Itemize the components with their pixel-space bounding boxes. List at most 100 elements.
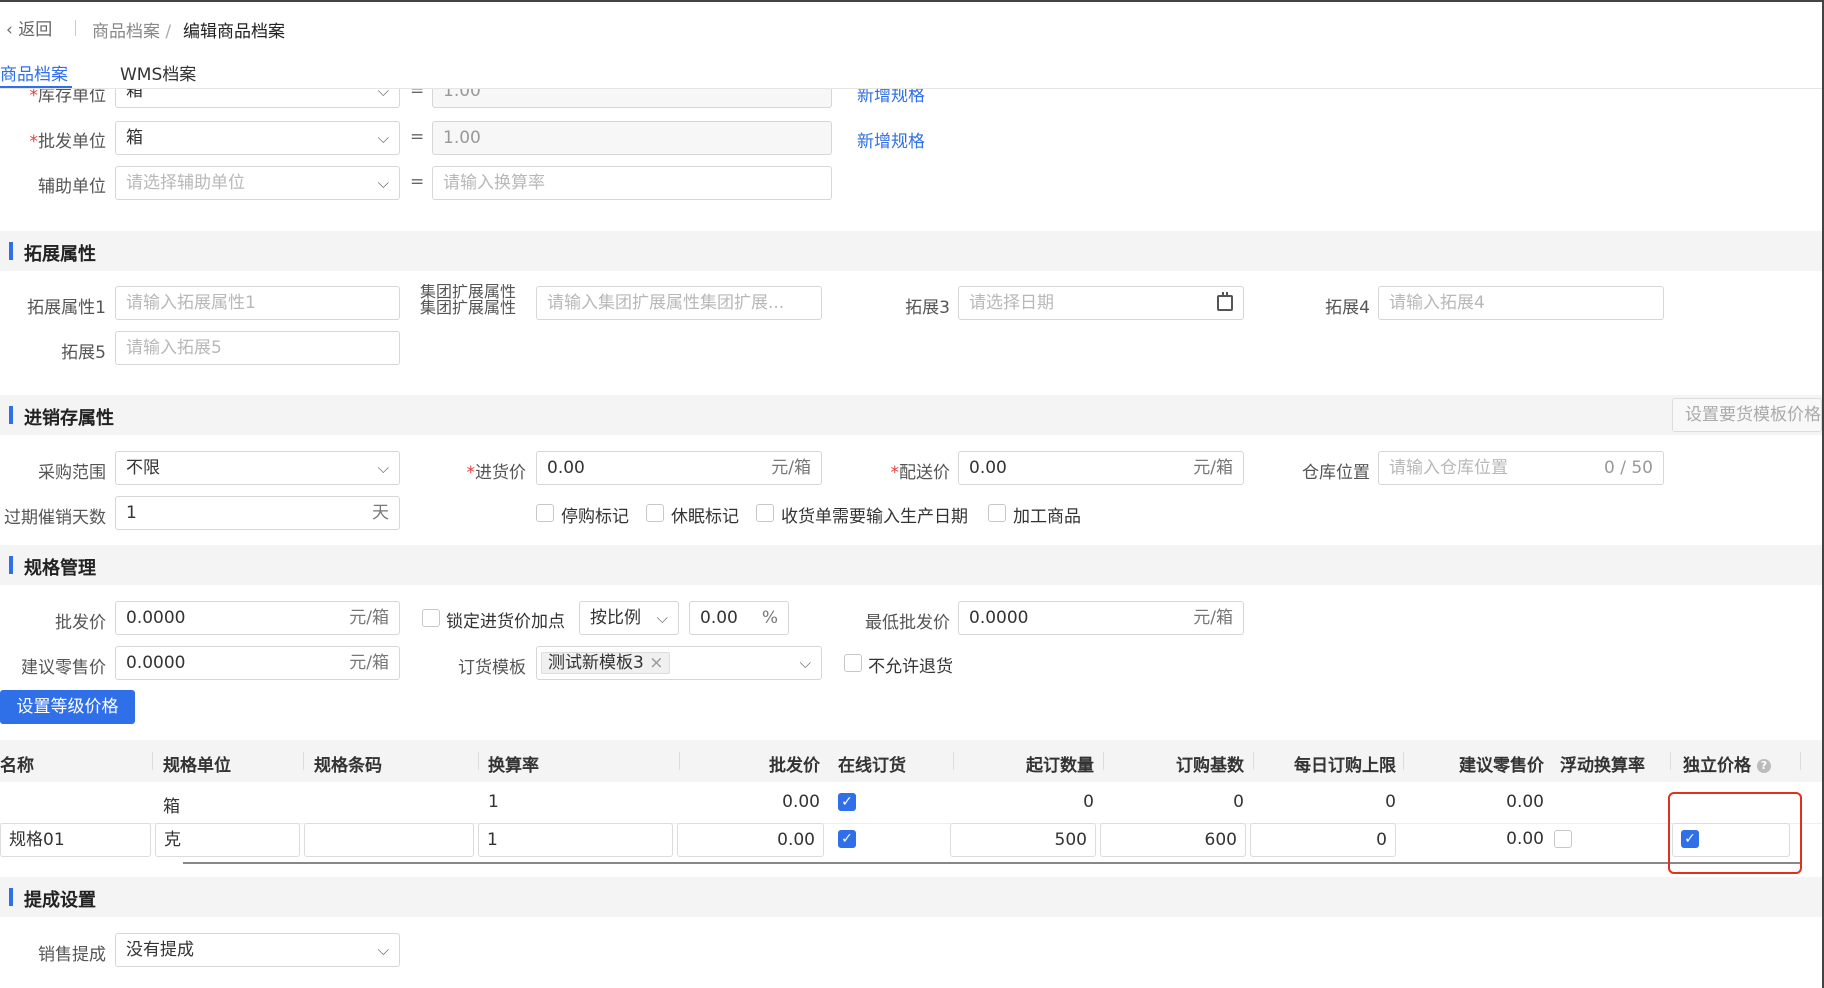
- add-spec-link[interactable]: 新增规格: [857, 89, 925, 106]
- retail-price-input[interactable]: 0.0000 元/箱: [115, 646, 400, 680]
- row2-name-input[interactable]: 规格01: [0, 823, 151, 857]
- markup-mode-value: 按比例: [590, 608, 641, 628]
- ext3-date-picker[interactable]: 请选择日期: [958, 286, 1244, 320]
- close-icon[interactable]: ×: [649, 653, 663, 673]
- col-barcode: 规格条码: [314, 756, 382, 776]
- chevron-down-icon: ⌵: [377, 941, 389, 959]
- chevron-down-icon: ⌵: [799, 654, 811, 672]
- wholesale-unit-select[interactable]: 箱 ⌵: [115, 121, 400, 155]
- col-rate: 换算率: [488, 756, 539, 776]
- row2-unit-input[interactable]: 克: [155, 823, 300, 857]
- stop-purchase-checkbox[interactable]: [536, 504, 554, 522]
- wholesale-price-input[interactable]: 0.0000 元/箱: [115, 601, 400, 635]
- order-template-select[interactable]: 测试新模板3 × ⌵: [536, 646, 822, 680]
- row2-retail-price: 0.00: [1506, 829, 1544, 849]
- stock-unit-rate-input: 1.00: [432, 89, 832, 108]
- commission-label: 销售提成: [38, 945, 106, 965]
- min-wholesale-price-input[interactable]: 0.0000 元/箱: [958, 601, 1244, 635]
- col-divider: [1670, 752, 1671, 770]
- order-template-tag-label: 测试新模板3: [548, 653, 644, 673]
- no-return-label: 不允许退货: [868, 657, 953, 677]
- section-commission: 提成设置: [0, 877, 1822, 917]
- back-button[interactable]: ‹ 返回: [6, 15, 52, 40]
- stock-unit-select[interactable]: 箱 ⌵: [115, 89, 400, 108]
- row2-rate-input[interactable]: 1: [478, 823, 673, 857]
- required-mark: *: [890, 463, 900, 483]
- lock-in-price-checkbox[interactable]: [422, 609, 440, 627]
- row2-daily-limit-input[interactable]: 0: [1250, 823, 1396, 857]
- row2-order-base-input[interactable]: 600: [1100, 823, 1246, 857]
- row2-float-rate-checkbox[interactable]: [1554, 830, 1572, 848]
- chevron-down-icon: ⌵: [377, 459, 389, 477]
- tab-goods-archive[interactable]: 商品档案: [0, 60, 68, 85]
- chevron-left-icon: ‹: [6, 20, 13, 40]
- stock-unit-label-text: 库存单位: [38, 89, 106, 106]
- no-return-checkbox[interactable]: [844, 654, 862, 672]
- row1-rate: 1: [488, 792, 499, 812]
- commission-select[interactable]: 没有提成 ⌵: [115, 933, 400, 967]
- section-ext-attrs: 拓展属性: [0, 231, 1822, 271]
- purchase-scope-select[interactable]: 不限 ⌵: [115, 451, 400, 485]
- ext3-placeholder: 请选择日期: [969, 293, 1054, 313]
- row2-price-input[interactable]: 0.00: [677, 823, 824, 857]
- breadcrumb-label: 商品档案: [92, 22, 160, 42]
- location-label: 仓库位置: [1302, 463, 1370, 483]
- section-title: 提成设置: [24, 890, 96, 911]
- processed-goods-label: 加工商品: [1013, 507, 1081, 527]
- dist-price-input[interactable]: 0.00 元/箱: [958, 451, 1244, 485]
- min-wholesale-price-value: 0.0000: [969, 608, 1029, 628]
- table-row: [0, 782, 1822, 824]
- in-price-value: 0.00: [547, 458, 585, 478]
- ext1-input[interactable]: 请输入拓展属性1: [115, 286, 400, 320]
- tab-wms-archive[interactable]: WMS档案: [120, 60, 196, 85]
- group-ext-input[interactable]: 请输入集团扩展属性集团扩展...: [536, 286, 822, 320]
- dormant-checkbox[interactable]: [646, 504, 664, 522]
- breadcrumb-goods-archive[interactable]: 商品档案 /: [92, 17, 171, 42]
- markup-mode-select[interactable]: 按比例 ⌵: [579, 601, 679, 635]
- aux-unit-select[interactable]: 请选择辅助单位 ⌵: [115, 166, 400, 200]
- row2-online-checkbox[interactable]: ✓: [838, 830, 856, 848]
- required-mark: *: [29, 132, 39, 152]
- row2-barcode-input[interactable]: [304, 823, 474, 857]
- dist-price-label-text: 配送价: [899, 463, 950, 483]
- group-ext-placeholder: 请输入集团扩展属性集团扩展...: [547, 293, 785, 313]
- wholesale-unit-label-text: 批发单位: [38, 132, 106, 152]
- highlight-box: [1668, 792, 1802, 874]
- in-price-input[interactable]: 0.00 元/箱: [536, 451, 822, 485]
- section-marker: [9, 242, 13, 260]
- markup-percent-input[interactable]: 0.00%: [689, 601, 789, 635]
- lock-in-price-label: 锁定进货价加点: [446, 612, 565, 632]
- set-order-template-price-button[interactable]: 设置要货模板价格: [1672, 398, 1822, 432]
- row1-daily-limit: 0: [1385, 792, 1396, 812]
- aux-unit-label: 辅助单位: [38, 177, 106, 197]
- commission-value: 没有提成: [126, 940, 194, 960]
- processed-goods-checkbox[interactable]: [988, 504, 1006, 522]
- location-placeholder: 请输入仓库位置: [1389, 458, 1508, 478]
- row1-online-checkbox[interactable]: ✓: [838, 793, 856, 811]
- in-price-unit: 元/箱: [771, 458, 811, 478]
- dist-price-value: 0.00: [969, 458, 1007, 478]
- location-input[interactable]: 请输入仓库位置 0 / 50: [1378, 451, 1664, 485]
- percent-symbol: %: [761, 608, 778, 628]
- set-grade-price-button[interactable]: 设置等级价格: [0, 690, 135, 724]
- question-circle-icon[interactable]: ?: [1756, 759, 1771, 773]
- row2-min-qty-input[interactable]: 500: [950, 823, 1096, 857]
- col-spec-unit: 规格单位: [163, 756, 231, 776]
- row1-unit: 箱: [163, 797, 180, 817]
- aux-rate-placeholder: 请输入换算率: [443, 173, 545, 193]
- col-divider: [478, 752, 479, 770]
- col-float-rate: 浮动换算率: [1560, 756, 1645, 776]
- receipt-production-date-checkbox[interactable]: [756, 504, 774, 522]
- order-template-label: 订货模板: [458, 658, 526, 678]
- header-divider: [75, 20, 76, 36]
- col-independent-price-label: 独立价格: [1683, 756, 1751, 776]
- col-divider: [152, 752, 153, 770]
- ext5-label: 拓展5: [61, 343, 106, 363]
- add-spec-link[interactable]: 新增规格: [857, 127, 925, 152]
- page-title: 编辑商品档案: [183, 22, 285, 42]
- spec-table-header: [0, 740, 1822, 782]
- aux-unit-rate-input[interactable]: 请输入换算率: [432, 166, 832, 200]
- expiry-days-input[interactable]: 1天: [115, 496, 400, 530]
- ext4-input[interactable]: 请输入拓展4: [1378, 286, 1664, 320]
- ext5-input[interactable]: 请输入拓展5: [115, 331, 400, 365]
